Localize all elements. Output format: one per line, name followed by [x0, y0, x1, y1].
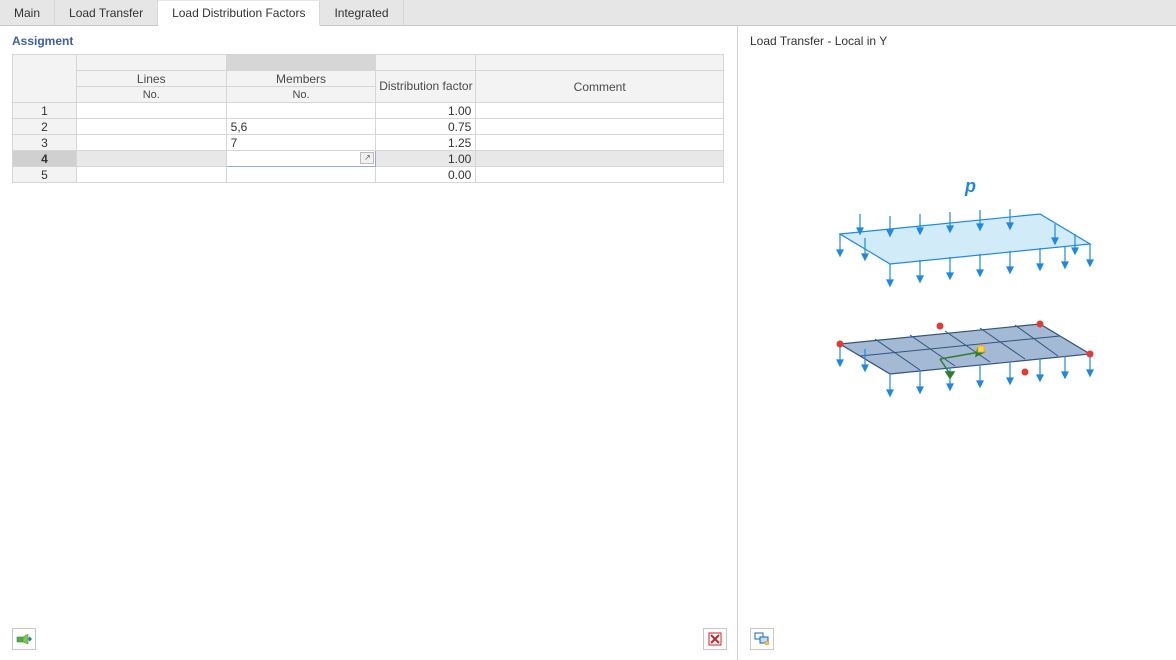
cell-lines[interactable] — [76, 151, 226, 167]
assignment-panel: Assigment Lines Members Distribution fac… — [0, 26, 738, 660]
delete-button[interactable] — [703, 628, 727, 650]
table-row[interactable]: 11.00 — [13, 103, 724, 119]
row-number[interactable]: 1 — [13, 103, 77, 119]
tab-main[interactable]: Main — [0, 0, 55, 25]
view-options-icon — [754, 632, 770, 646]
header-gap — [226, 55, 376, 71]
cell-factor[interactable]: 1.00 — [376, 151, 476, 167]
cell-members[interactable] — [226, 103, 376, 119]
header-gap — [476, 55, 724, 71]
header-members[interactable]: Members — [226, 71, 376, 87]
cell-comment[interactable] — [476, 119, 724, 135]
header-lines[interactable]: Lines — [76, 71, 226, 87]
cell-members[interactable]: 7 — [226, 135, 376, 151]
cell-factor[interactable]: 0.75 — [376, 119, 476, 135]
header-factor[interactable]: Distribution factor — [376, 71, 476, 103]
import-button[interactable] — [12, 628, 36, 650]
cell-comment[interactable] — [476, 103, 724, 119]
cell-members[interactable]: ↗ — [226, 151, 376, 167]
preview-title: Load Transfer - Local in Y — [750, 34, 1170, 48]
cell-factor[interactable]: 1.00 — [376, 103, 476, 119]
header-lines-sub[interactable]: No. — [76, 87, 226, 103]
assignment-table: Lines Members Distribution factor Commen… — [12, 54, 724, 183]
header-rownum — [13, 55, 77, 103]
lower-slab — [837, 321, 1094, 397]
table-row[interactable]: 2 5,60.75 — [13, 119, 724, 135]
header-gap — [376, 55, 476, 71]
cell-lines[interactable] — [76, 103, 226, 119]
diagram-svg: p — [800, 174, 1120, 454]
delete-icon — [708, 632, 722, 646]
tab-load-distribution-factors[interactable]: Load Distribution Factors — [158, 1, 320, 26]
row-number[interactable]: 5 — [13, 167, 77, 183]
tab-integrated[interactable]: Integrated — [320, 0, 403, 25]
row-number[interactable]: 2 — [13, 119, 77, 135]
header-members-sub[interactable]: No. — [226, 87, 376, 103]
cell-factor[interactable]: 1.25 — [376, 135, 476, 151]
cell-lines[interactable] — [76, 135, 226, 151]
cell-comment[interactable] — [476, 135, 724, 151]
assignment-title: Assigment — [12, 34, 731, 48]
cell-lines[interactable] — [76, 119, 226, 135]
pick-members-icon[interactable]: ↗ — [360, 152, 374, 164]
header-gap — [76, 55, 226, 71]
tab-bar: MainLoad TransferLoad Distribution Facto… — [0, 0, 1176, 26]
load-symbol: p — [964, 176, 976, 196]
table-row[interactable]: 50.00 — [13, 167, 724, 183]
preview-panel: Load Transfer - Local in Y p — [738, 26, 1176, 660]
cell-comment[interactable] — [476, 167, 724, 183]
cell-comment[interactable] — [476, 151, 724, 167]
cell-factor[interactable]: 0.00 — [376, 167, 476, 183]
cell-members[interactable]: 5,6 — [226, 119, 376, 135]
row-number[interactable]: 4 — [13, 151, 77, 167]
load-transfer-diagram: p — [750, 54, 1170, 614]
tab-load-transfer[interactable]: Load Transfer — [55, 0, 158, 25]
row-number[interactable]: 3 — [13, 135, 77, 151]
header-comment[interactable]: Comment — [476, 71, 724, 103]
table-row[interactable]: 371.25 — [13, 135, 724, 151]
view-options-button[interactable] — [750, 628, 774, 650]
import-icon — [16, 632, 32, 646]
upper-slab — [837, 209, 1093, 286]
table-row[interactable]: 4 ↗1.00 — [13, 151, 724, 167]
cell-members[interactable] — [226, 167, 376, 183]
cell-lines[interactable] — [76, 167, 226, 183]
